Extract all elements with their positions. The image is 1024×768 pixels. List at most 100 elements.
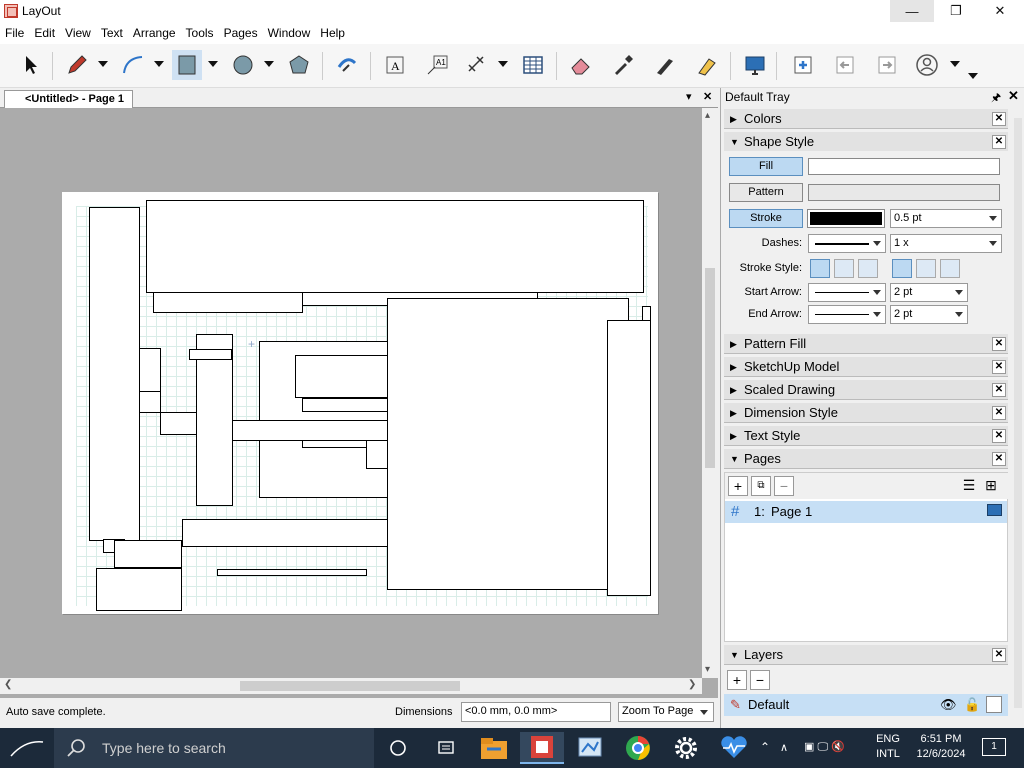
- file-explorer-icon[interactable]: [472, 732, 516, 764]
- start-arrow-select[interactable]: [808, 283, 886, 302]
- page-list-item[interactable]: # 1: Page 1: [725, 501, 1007, 523]
- add-page-icon[interactable]: +: [728, 476, 748, 496]
- square-cap-icon[interactable]: [940, 259, 960, 278]
- notification-icon[interactable]: 1: [982, 738, 1006, 756]
- tab-untitled-page-1[interactable]: <Untitled> - Page 1: [4, 90, 134, 109]
- panel-close-icon[interactable]: ✕: [992, 383, 1006, 397]
- rectangle-shape[interactable]: [160, 412, 197, 435]
- panel-close-icon[interactable]: ✕: [992, 337, 1006, 351]
- menu-text[interactable]: Text: [96, 26, 128, 40]
- start-arrow-size-select[interactable]: 2 pt: [890, 283, 968, 302]
- panel-colors[interactable]: ▶ Colors ✕: [724, 109, 1008, 129]
- panel-text-style[interactable]: ▶ Text Style ✕: [724, 426, 1008, 446]
- style-builder-icon[interactable]: [568, 732, 612, 764]
- eraser-icon[interactable]: [566, 50, 596, 80]
- menu-window[interactable]: Window: [263, 26, 316, 40]
- arc-icon[interactable]: [118, 50, 148, 80]
- layer-list-item[interactable]: ✎ Default 👁 🔓: [724, 694, 1008, 716]
- polygon-icon[interactable]: [284, 50, 314, 80]
- tray-scroll-thumb[interactable]: [1014, 118, 1022, 708]
- canvas-horizontal-scrollbar[interactable]: ❮ ❯: [0, 678, 702, 694]
- pencil-dropdown[interactable]: [98, 61, 108, 67]
- dimension-icon[interactable]: [462, 50, 492, 80]
- panel-layers[interactable]: ▼ Layers ✕: [724, 645, 1008, 665]
- panel-close-icon[interactable]: ✕: [992, 452, 1006, 466]
- scroll-up-icon[interactable]: ▴: [705, 110, 710, 121]
- account-dropdown[interactable]: [950, 61, 960, 67]
- list-view-icon[interactable]: ☰: [959, 476, 979, 496]
- rectangle-shape[interactable]: [139, 391, 161, 413]
- stroke-button[interactable]: Stroke: [729, 209, 803, 228]
- pattern-button[interactable]: Pattern: [729, 183, 803, 202]
- scroll-left-icon[interactable]: ❮: [4, 679, 12, 690]
- hidden-icons-up-icon[interactable]: ∧: [780, 741, 788, 768]
- minimize-button[interactable]: —: [890, 0, 934, 22]
- stroke-color-swatch[interactable]: [807, 209, 885, 228]
- chrome-icon[interactable]: [616, 732, 660, 764]
- circle-icon[interactable]: [228, 50, 258, 80]
- next-page-icon[interactable]: [872, 50, 902, 80]
- canvas-vertical-scrollbar[interactable]: ▴ ▾: [702, 108, 718, 678]
- fill-button[interactable]: Fill: [729, 157, 803, 176]
- add-page-icon[interactable]: [788, 50, 818, 80]
- end-arrow-size-select[interactable]: 2 pt: [890, 305, 968, 324]
- panel-pages[interactable]: ▼ Pages ✕: [724, 449, 1008, 469]
- join-icon[interactable]: [692, 50, 722, 80]
- rectangle-shape[interactable]: [139, 348, 161, 392]
- restore-button[interactable]: ❐: [934, 0, 978, 22]
- panel-close-icon[interactable]: ✕: [992, 648, 1006, 662]
- panel-scaled-drawing[interactable]: ▶ Scaled Drawing ✕: [724, 380, 1008, 400]
- scroll-down-icon[interactable]: ▾: [705, 664, 710, 675]
- round-join-icon[interactable]: [834, 259, 854, 278]
- panel-close-icon[interactable]: ✕: [992, 112, 1006, 126]
- presentation-page-icon[interactable]: [987, 504, 1002, 516]
- round-cap-icon[interactable]: [916, 259, 936, 278]
- circle-dropdown[interactable]: [264, 61, 274, 67]
- label-icon[interactable]: A1: [422, 50, 452, 80]
- layout-taskbar-icon[interactable]: [520, 732, 564, 764]
- rectangle-shape[interactable]: [153, 292, 303, 313]
- rectangle-shape[interactable]: [295, 355, 395, 398]
- panel-close-icon[interactable]: ✕: [992, 360, 1006, 374]
- previous-page-icon[interactable]: [830, 50, 860, 80]
- rectangle-shape[interactable]: [366, 440, 388, 469]
- table-icon[interactable]: [518, 50, 548, 80]
- menu-file[interactable]: File: [0, 26, 29, 40]
- system-tray-icons[interactable]: ▣ 🖵 🔇: [804, 740, 845, 768]
- shared-layer-icon[interactable]: [986, 696, 1002, 713]
- duplicate-page-icon[interactable]: ⧉: [751, 476, 771, 496]
- rectangle-shape[interactable]: [182, 519, 388, 547]
- miter-join-icon[interactable]: [810, 259, 830, 278]
- tab-list-dropdown-icon[interactable]: ▾: [686, 90, 692, 103]
- end-arrow-select[interactable]: [808, 305, 886, 324]
- panel-pattern-fill[interactable]: ▶ Pattern Fill ✕: [724, 334, 1008, 354]
- vertical-scroll-thumb[interactable]: [705, 268, 715, 468]
- drawing-canvas[interactable]: +: [2, 108, 702, 678]
- hidden-icons-chevron-icon[interactable]: ⌃: [760, 740, 770, 768]
- dimensions-input[interactable]: <0.0 mm, 0.0 mm>: [461, 702, 611, 722]
- panel-close-icon[interactable]: ✕: [992, 429, 1006, 443]
- presentation-icon[interactable]: [740, 50, 770, 80]
- start-button[interactable]: [0, 728, 54, 768]
- split-icon[interactable]: [650, 50, 680, 80]
- dashes-select[interactable]: [808, 234, 886, 253]
- panel-dimension-style[interactable]: ▶ Dimension Style ✕: [724, 403, 1008, 423]
- panel-shape-style[interactable]: ▼ Shape Style ✕: [724, 132, 1008, 152]
- flat-cap-icon[interactable]: [892, 259, 912, 278]
- toolbar-overflow-dropdown[interactable]: [968, 73, 978, 79]
- eyedropper-icon[interactable]: [608, 50, 638, 80]
- rectangle-shape[interactable]: [189, 349, 232, 360]
- tray-close-icon[interactable]: ✕: [1008, 88, 1019, 104]
- pencil-icon[interactable]: [62, 50, 92, 80]
- scroll-right-icon[interactable]: ❯: [688, 679, 696, 690]
- panel-close-icon[interactable]: ✕: [992, 135, 1006, 149]
- pattern-swatch[interactable]: [808, 184, 1000, 201]
- tab-close-icon[interactable]: ✕: [703, 90, 712, 103]
- fill-color-swatch[interactable]: [808, 158, 1000, 175]
- taskbar-search[interactable]: Type here to search: [54, 728, 374, 768]
- panel-close-icon[interactable]: ✕: [992, 406, 1006, 420]
- lock-icon[interactable]: 🔓: [964, 694, 980, 716]
- rectangle-shape[interactable]: [642, 306, 651, 321]
- menu-pages[interactable]: Pages: [219, 26, 263, 40]
- menu-edit[interactable]: Edit: [29, 26, 60, 40]
